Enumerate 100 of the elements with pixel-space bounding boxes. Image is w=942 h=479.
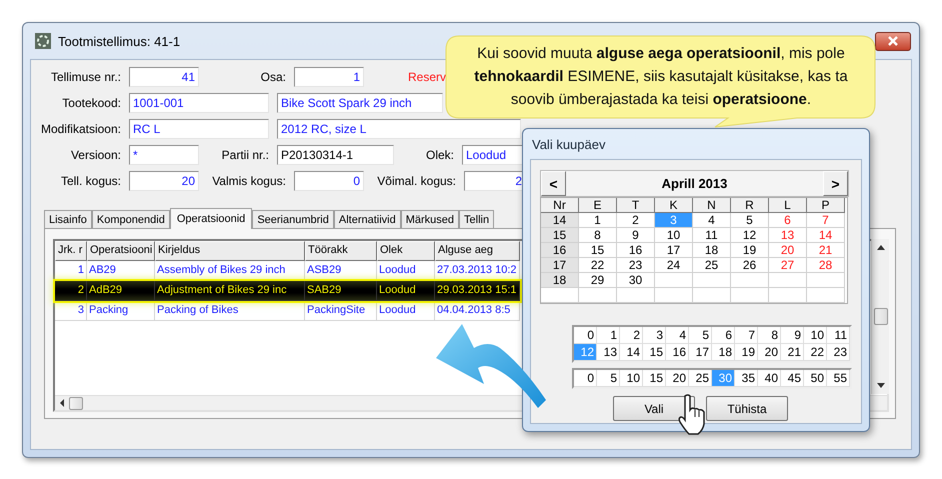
day-cell[interactable]: 7 — [807, 213, 845, 228]
down-arrow-icon[interactable] — [876, 383, 884, 388]
day-cell[interactable]: 12 — [731, 228, 769, 243]
day-cell[interactable]: 23 — [617, 258, 655, 273]
hour-cell[interactable]: 6 — [712, 327, 735, 344]
day-cell[interactable]: 17 — [655, 243, 693, 258]
day-cell[interactable]: 29 — [579, 273, 617, 288]
hour-cell[interactable]: 16 — [666, 344, 689, 361]
column-header[interactable]: Olek — [377, 241, 435, 261]
hour-cell[interactable]: 13 — [597, 344, 620, 361]
hour-cell[interactable]: 10 — [804, 327, 827, 344]
day-cell[interactable]: 25 — [693, 258, 731, 273]
vertical-scrollbar[interactable] — [871, 239, 889, 394]
minute-cell[interactable]: 50 — [804, 370, 827, 387]
input-field[interactable]: 1001-001 — [129, 93, 269, 113]
tab[interactable]: Tellin — [459, 210, 494, 228]
input-field[interactable]: 1 — [294, 67, 364, 87]
tab[interactable]: Komponendid — [92, 210, 170, 228]
input-field[interactable]: 0 — [294, 171, 364, 191]
day-cell[interactable]: 28 — [807, 258, 845, 273]
day-cell[interactable]: 4 — [693, 213, 731, 228]
scroll-thumb[interactable] — [69, 396, 83, 410]
column-header[interactable]: Alguse aeg — [435, 241, 520, 261]
minute-cell[interactable]: 55 — [827, 370, 850, 387]
hour-cell[interactable]: 23 — [827, 344, 850, 361]
hour-cell[interactable]: 14 — [620, 344, 643, 361]
input-field[interactable]: 20 — [129, 171, 199, 191]
minute-cell[interactable]: 10 — [620, 370, 643, 387]
day-cell[interactable]: 30 — [617, 273, 655, 288]
table-row[interactable]: 3 Packing Packing of Bikes PackingSite Loodud 04.04.2013 8:5 — [55, 301, 520, 321]
day-cell[interactable]: 6 — [769, 213, 807, 228]
hour-cell[interactable]: 11 — [827, 327, 850, 344]
empty-day-cell — [655, 273, 693, 288]
day-cell[interactable]: 1 — [579, 213, 617, 228]
input-field[interactable]: 2012 RC, size L — [277, 119, 521, 139]
hour-cell[interactable]: 8 — [758, 327, 781, 344]
hour-cell[interactable]: 22 — [804, 344, 827, 361]
month-title: Aprill 2013 — [660, 175, 728, 193]
close-button[interactable] — [875, 32, 911, 50]
hour-cell[interactable]: 2 — [620, 327, 643, 344]
column-header[interactable]: Kirjeldus — [155, 241, 305, 261]
input-field[interactable]: RC L — [129, 119, 269, 139]
hour-cell[interactable]: 19 — [735, 344, 758, 361]
minute-cell[interactable]: 5 — [597, 370, 620, 387]
tab[interactable]: Seerianumbrid — [252, 210, 334, 228]
weekday-header: L — [769, 198, 807, 213]
day-cell[interactable]: 26 — [731, 258, 769, 273]
hour-cell[interactable]: 17 — [689, 344, 712, 361]
hour-cell[interactable]: 4 — [666, 327, 689, 344]
minute-cell[interactable]: 35 — [735, 370, 758, 387]
day-cell[interactable]: 14 — [807, 228, 845, 243]
day-cell[interactable]: 19 — [731, 243, 769, 258]
minute-cell[interactable]: 0 — [574, 370, 597, 387]
hour-cell[interactable]: 15 — [643, 344, 666, 361]
input-field[interactable]: P20130314-1 — [277, 145, 394, 165]
left-arrow-icon[interactable] — [59, 399, 65, 407]
minute-cell[interactable]: 15 — [643, 370, 666, 387]
hour-cell[interactable]: 3 — [643, 327, 666, 344]
day-cell[interactable]: 18 — [693, 243, 731, 258]
day-cell[interactable]: 27 — [769, 258, 807, 273]
minute-cell[interactable]: 45 — [781, 370, 804, 387]
tab[interactable]: Märkused — [400, 210, 460, 228]
hour-cell[interactable]: 9 — [781, 327, 804, 344]
hour-cell[interactable]: 7 — [735, 327, 758, 344]
week-number: 16 — [541, 243, 579, 258]
input-field[interactable]: * — [129, 145, 199, 165]
column-header[interactable]: Operatsiooni — [87, 241, 155, 261]
scroll-thumb[interactable] — [874, 308, 888, 325]
column-header[interactable]: Jrk. r — [55, 241, 87, 261]
hour-cell[interactable]: 20 — [758, 344, 781, 361]
weekday-header: E — [579, 198, 617, 213]
day-cell[interactable]: 16 — [617, 243, 655, 258]
hour-cell[interactable]: 21 — [781, 344, 804, 361]
tab[interactable]: Lisainfo — [44, 210, 92, 228]
day-cell[interactable]: 10 — [655, 228, 693, 243]
minute-cell[interactable]: 20 — [666, 370, 689, 387]
day-cell[interactable]: 22 — [579, 258, 617, 273]
input-field[interactable]: Bike Scott Spark 29 inch — [277, 93, 443, 113]
previous-month-button[interactable]: < — [541, 171, 566, 196]
day-cell[interactable]: 8 — [579, 228, 617, 243]
up-arrow-icon[interactable] — [876, 245, 884, 250]
day-cell[interactable]: 20 — [769, 243, 807, 258]
column-header[interactable]: Töörakk — [305, 241, 377, 261]
day-cell[interactable]: 15 — [579, 243, 617, 258]
hour-cell[interactable]: 5 — [689, 327, 712, 344]
next-month-button[interactable]: > — [823, 171, 848, 196]
day-cell[interactable]: 11 — [693, 228, 731, 243]
day-cell[interactable]: 21 — [807, 243, 845, 258]
tab[interactable]: Operatsioonid — [170, 208, 252, 229]
input-field[interactable]: 41 — [129, 67, 199, 87]
minute-cell[interactable]: 40 — [758, 370, 781, 387]
table-row[interactable]: 2 AdB29 Adjustment of Bikes 29 inc SAB29 Loodud 29.03.2013 15:1 — [55, 281, 520, 301]
hour-cell[interactable]: 18 — [712, 344, 735, 361]
day-cell[interactable]: 5 — [731, 213, 769, 228]
day-cell[interactable]: 9 — [617, 228, 655, 243]
tab[interactable]: Alternatiivid — [334, 210, 401, 228]
day-cell[interactable]: 13 — [769, 228, 807, 243]
cancel-button[interactable]: Tühista — [706, 396, 788, 421]
hour-cell[interactable]: 1 — [597, 327, 620, 344]
day-cell[interactable]: 24 — [655, 258, 693, 273]
